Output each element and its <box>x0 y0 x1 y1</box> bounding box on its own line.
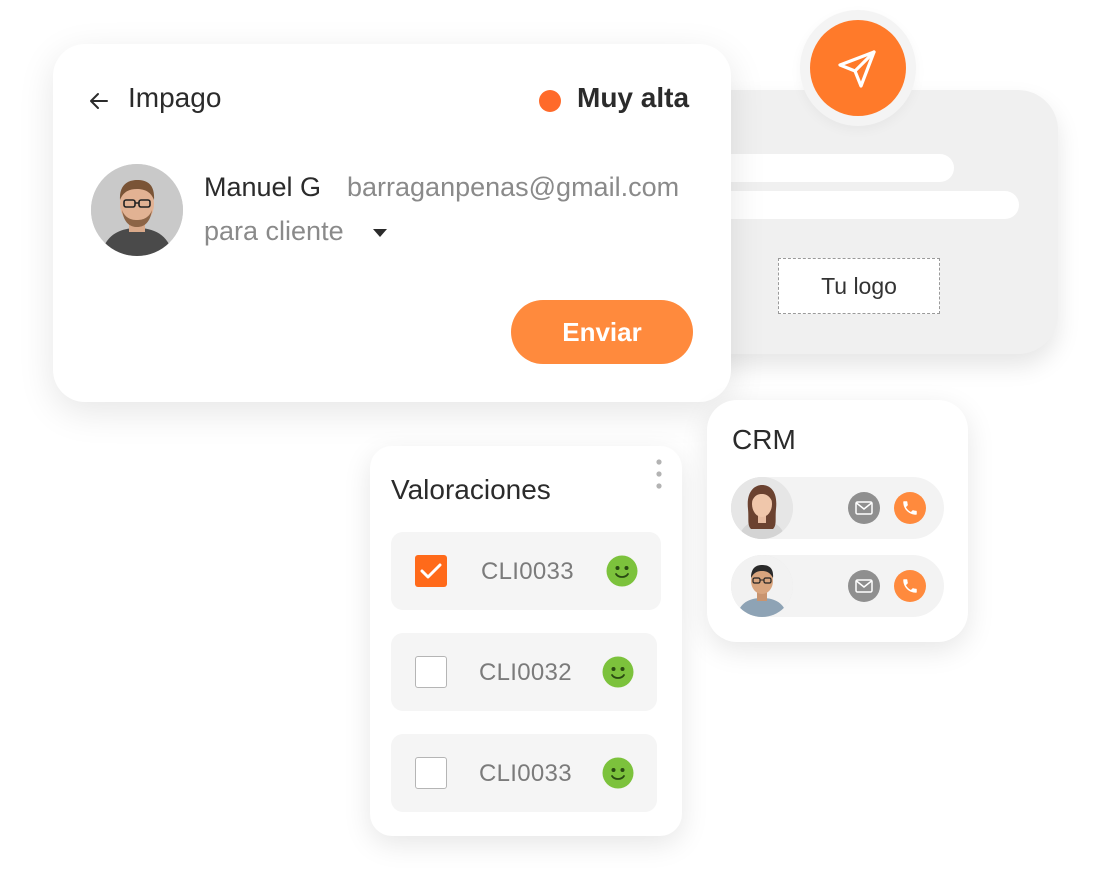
send-button[interactable]: Enviar <box>511 300 693 364</box>
smiley-happy-icon <box>606 555 638 587</box>
priority-dot <box>539 90 561 112</box>
rating-row[interactable]: CLI0033 <box>391 734 657 812</box>
recipient-select[interactable]: para cliente <box>204 216 344 247</box>
contact-avatar <box>91 164 183 256</box>
more-vertical-icon[interactable] <box>654 458 664 492</box>
contact-email: barraganpenas@gmail.com <box>347 172 680 202</box>
ratings-title: Valoraciones <box>391 474 551 505</box>
caret-down-icon[interactable] <box>373 229 387 238</box>
paper-plane-icon <box>838 50 876 88</box>
mail-button[interactable] <box>848 570 880 602</box>
send-icon-ring <box>800 10 916 126</box>
ticket-title: Impago <box>128 82 222 113</box>
stage: Tu logo Impago Muy alta Manuel G barraga… <box>0 0 1111 878</box>
client-code: CLI0033 <box>481 558 574 585</box>
rating-checkbox[interactable] <box>415 555 447 587</box>
arrow-left-icon[interactable] <box>87 89 111 113</box>
email-preview-card: Tu logo <box>690 90 1058 354</box>
avatar <box>731 477 793 539</box>
man-avatar-illustration <box>91 164 183 256</box>
phone-button[interactable] <box>894 492 926 524</box>
contact-name: Manuel G <box>204 172 322 202</box>
woman-avatar-illustration <box>731 477 793 539</box>
rating-checkbox[interactable] <box>415 757 447 789</box>
send-icon-button[interactable] <box>810 20 906 116</box>
rating-row[interactable]: CLI0032 <box>391 633 657 711</box>
rating-row[interactable]: CLI0033 <box>391 532 661 610</box>
smiley-happy-icon <box>602 656 634 688</box>
crm-card: CRM <box>707 400 968 642</box>
priority-label: Muy alta <box>577 82 690 113</box>
logo-placeholder[interactable]: Tu logo <box>778 258 940 314</box>
smiley-happy-icon <box>602 757 634 789</box>
phone-icon <box>903 579 917 593</box>
crm-contact-row[interactable] <box>731 477 944 539</box>
phone-icon <box>903 501 917 515</box>
man-avatar-illustration <box>731 555 793 617</box>
ticket-card: Impago Muy alta Manuel G barraganpenas@g… <box>53 44 731 402</box>
phone-button[interactable] <box>894 570 926 602</box>
rating-checkbox[interactable] <box>415 656 447 688</box>
ratings-card: Valoraciones CLI0033 CLI0032 CLI0033 <box>370 446 682 836</box>
client-code: CLI0032 <box>479 659 572 686</box>
preview-placeholder-line <box>690 191 1019 219</box>
crm-title: CRM <box>732 424 796 455</box>
avatar <box>731 555 793 617</box>
crm-contact-row[interactable] <box>731 555 944 617</box>
client-code: CLI0033 <box>479 760 572 787</box>
mail-icon <box>855 501 873 515</box>
mail-icon <box>855 579 873 593</box>
mail-button[interactable] <box>848 492 880 524</box>
check-icon <box>420 563 442 579</box>
